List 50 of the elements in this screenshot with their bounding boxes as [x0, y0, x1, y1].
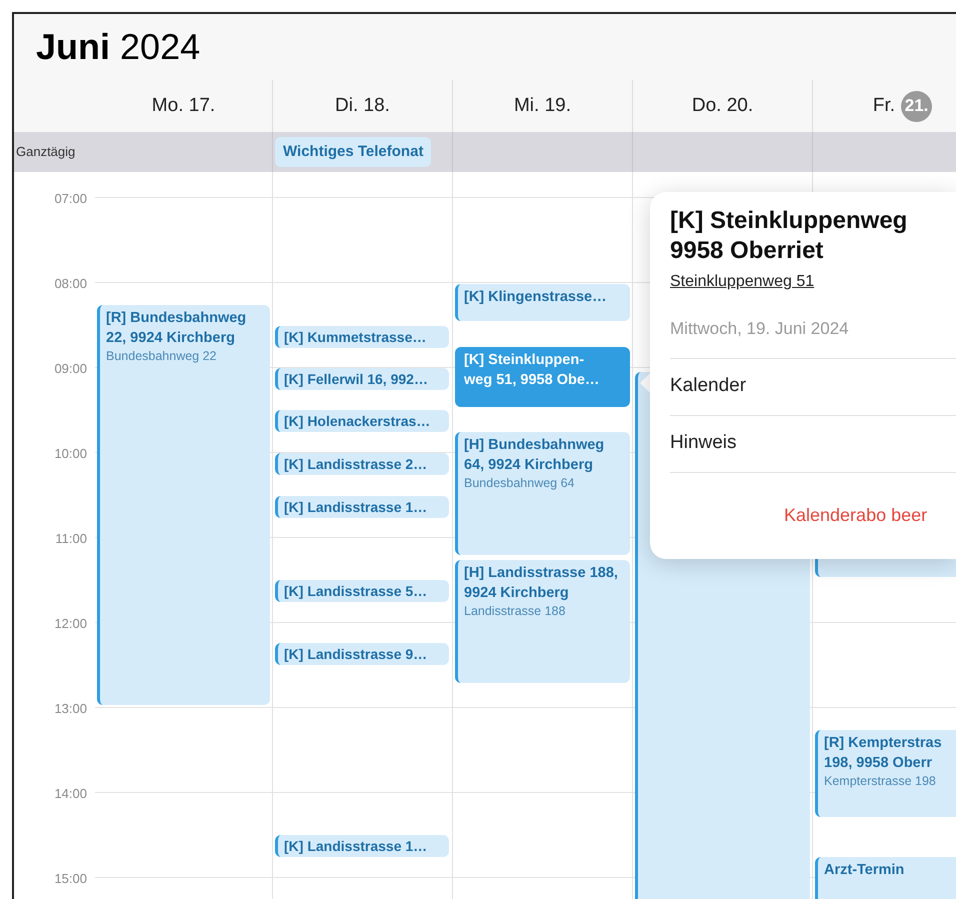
popover-row-label[interactable]: Hinweis	[670, 429, 737, 458]
hour-label: 07:00	[54, 190, 87, 208]
event-title: [H] Landisstrasse 188, 9924 Kirchberg	[464, 564, 619, 603]
event-title: [K] Klingenstrasse…	[464, 288, 607, 307]
event-title: Arzt-Termin	[824, 861, 904, 880]
today-date-badge[interactable]: 21.	[901, 90, 932, 122]
calendar-event[interactable]: [R] Bundesbahnweg 22, 9924 Kirchberg Bundesbahnweg 22	[97, 305, 270, 705]
popover-title: [K] Steinkluppenweg 9958 Oberriet	[670, 206, 908, 266]
popover-row-label[interactable]: Kalender	[670, 372, 746, 401]
event-title: [H] Bundesbahnweg 64, 9924 Kirchberg	[464, 436, 606, 475]
event-title: [K] Steinkluppen- weg 51, 9958 Obe…	[464, 351, 600, 390]
hour-label: 15:00	[54, 870, 87, 888]
all-day-label: Ganztägig	[16, 143, 76, 162]
hour-label: 08:00	[54, 275, 87, 293]
calendar-event[interactable]: [R] Kempterstras 198, 9958 Oberr Kempterstrasse 198	[815, 730, 956, 817]
event-location: Kempterstrasse 198	[824, 773, 936, 789]
calendar-event[interactable]: [K] Fellerwil 16, 992…	[275, 368, 449, 390]
calendar-event[interactable]: [H] Bundesbahnweg 64, 9924 Kirchberg Bundesbahnweg 64	[455, 432, 630, 555]
hour-label: 10:00	[54, 445, 87, 463]
month-title: Juni 2024	[36, 29, 200, 65]
calendar-event[interactable]: [K] Landisstrasse 9…	[275, 643, 449, 665]
day-header[interactable]: Mi. 19.	[514, 92, 572, 120]
calendar-event[interactable]: [K] Landisstrasse 1…	[275, 496, 449, 518]
calendar-event[interactable]: [H] Landisstrasse 188, 9924 Kirchberg Landisstrasse 188	[455, 560, 630, 683]
location-link[interactable]: Steinkluppenweg 51	[670, 270, 814, 294]
calendar-event[interactable]: [K] Klingenstrasse…	[455, 284, 630, 321]
calendar-event[interactable]: [K] Holenackerstras…	[275, 410, 449, 432]
event-location: Landisstrasse 188	[464, 603, 566, 619]
hour-label: 11:00	[55, 530, 87, 548]
day-header[interactable]: Fr.	[872, 92, 896, 120]
event-title: [R] Bundesbahnweg 22, 9924 Kirchberg	[106, 309, 248, 348]
day-header[interactable]: Di. 18.	[335, 92, 390, 120]
hour-label: 14:00	[54, 785, 87, 803]
calendar-event[interactable]: [K] Landisstrasse 5…	[275, 580, 449, 602]
event-location: Bundesbahnweg 22	[106, 348, 217, 364]
day-header[interactable]: Mo. 17.	[152, 92, 216, 120]
day-header[interactable]: Do. 20.	[692, 92, 754, 120]
unsubscribe-button[interactable]: Kalenderabo beer	[784, 502, 928, 530]
all-day-event[interactable]: Wichtiges Telefonat	[275, 136, 432, 168]
calendar-event[interactable]: [K] Landisstrasse 2…	[275, 453, 449, 475]
calendar-event[interactable]: [K] Landisstrasse 1…	[275, 835, 449, 857]
event-date: Mittwoch, 19. Juni 2024	[670, 318, 850, 340]
event-title: [R] Kempterstras 198, 9958 Oberr	[824, 734, 942, 773]
hour-label: 12:00	[54, 615, 87, 633]
calendar-event[interactable]: [K] Kummetstrasse…	[275, 326, 449, 348]
hour-label: 09:00	[54, 360, 87, 378]
calendar-event[interactable]: [K] Steinkluppen- weg 51, 9958 Obe…	[455, 347, 630, 407]
calendar-event[interactable]: Arzt-Termin	[815, 857, 956, 899]
hour-label: 13:00	[54, 700, 87, 718]
event-location: Bundesbahnweg 64	[464, 475, 575, 491]
